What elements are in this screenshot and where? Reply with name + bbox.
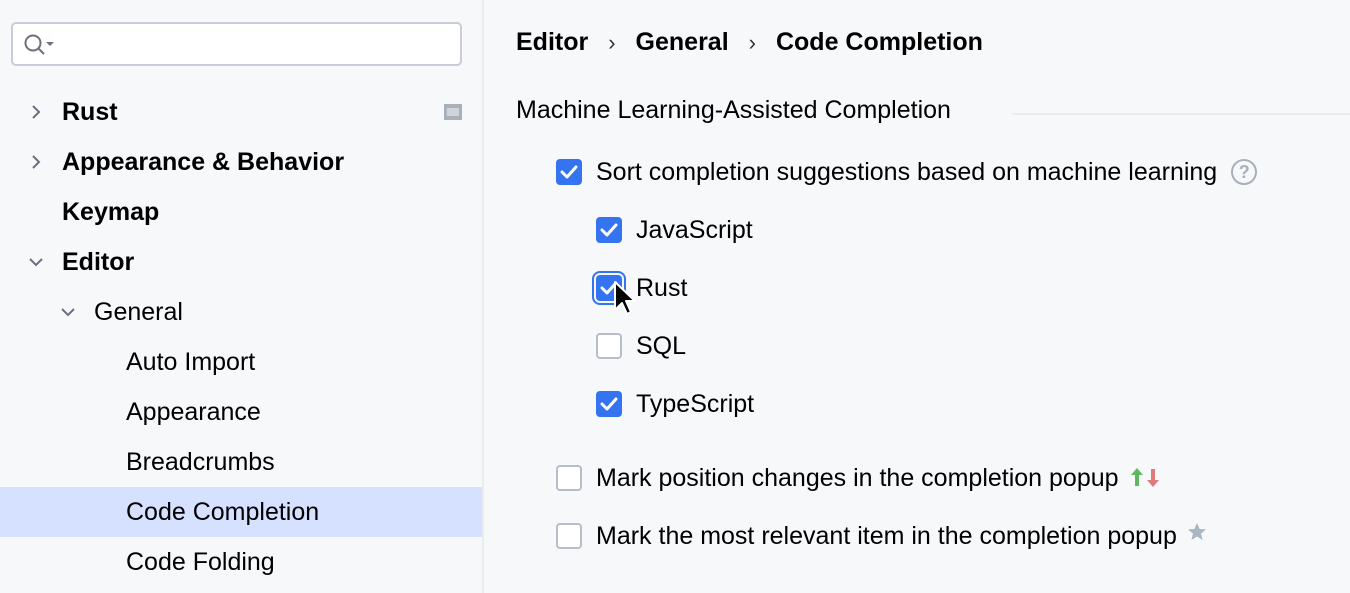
mark-relevant-label: Mark the most relevant item in the compl… <box>596 521 1177 550</box>
javascript-label: JavaScript <box>636 215 753 244</box>
search-icon[interactable] <box>23 33 63 57</box>
search-field[interactable] <box>11 22 462 66</box>
sidebar-item-code-folding[interactable]: Code Folding <box>0 537 482 587</box>
sort-ml-label: Sort completion suggestions based on mac… <box>596 157 1218 186</box>
chevron-right-icon[interactable] <box>26 102 46 122</box>
sidebar-item-appearance-behavior[interactable]: Appearance & Behavior <box>0 137 482 187</box>
mark-position-checkbox-row[interactable]: Mark position changes in the completion … <box>556 462 1163 494</box>
sidebar-item-label: General <box>94 297 183 326</box>
position-change-arrows-icon <box>1130 468 1159 487</box>
typescript-label: TypeScript <box>636 389 755 418</box>
sidebar-item-code-completion[interactable]: Code Completion <box>0 487 482 537</box>
language-checkbox-row[interactable]: SQL <box>596 330 686 362</box>
sql-checkbox[interactable] <box>596 333 622 359</box>
sidebar-item-auto-import[interactable]: Auto Import <box>0 337 482 387</box>
sidebar-item-label: Appearance & Behavior <box>62 147 345 176</box>
mark-position-checkbox[interactable] <box>556 465 582 491</box>
checkmark-icon <box>560 165 578 179</box>
sidebar-item-editor[interactable]: Editor <box>0 237 482 287</box>
chevron-down-icon[interactable] <box>58 302 78 322</box>
sidebar-item-label: Editor <box>62 247 135 276</box>
star-icon <box>1187 523 1206 540</box>
typescript-checkbox[interactable] <box>596 391 622 417</box>
sql-label: SQL <box>636 331 687 360</box>
sidebar-item-label: Code Folding <box>126 547 275 576</box>
section-separator <box>1012 113 1350 115</box>
sidebar-item-label: Code Completion <box>126 497 320 526</box>
sidebar-item-breadcrumbs[interactable]: Breadcrumbs <box>0 437 482 487</box>
breadcrumb-separator: › <box>608 29 616 55</box>
mark-position-label: Mark position changes in the completion … <box>596 463 1119 492</box>
sidebar-item-label: Rust <box>62 97 118 126</box>
chevron-down-icon[interactable] <box>26 252 46 272</box>
language-checkbox-row[interactable]: TypeScript <box>596 388 754 420</box>
mark-relevant-checkbox[interactable] <box>556 523 582 549</box>
sidebar-item-general[interactable]: General <box>0 287 482 337</box>
mouse-cursor-icon <box>614 281 636 315</box>
language-checkbox-row[interactable]: JavaScript <box>596 214 753 246</box>
sidebar-item-appearance[interactable]: Appearance <box>0 387 482 437</box>
language-checkbox-row[interactable]: Rust <box>596 272 687 304</box>
checkmark-icon <box>600 397 618 411</box>
sidebar-item-label: Appearance <box>126 397 261 426</box>
sidebar-item-rust[interactable]: Rust <box>0 87 482 137</box>
sidebar-item-label: Keymap <box>62 197 160 226</box>
search-input[interactable] <box>65 28 449 62</box>
section-title: Machine Learning-Assisted Completion <box>516 96 951 124</box>
project-settings-icon <box>444 104 462 120</box>
breadcrumb-item-code-completion: Code Completion <box>775 28 983 56</box>
rust-label: Rust <box>636 273 688 302</box>
breadcrumb: Editor › General › Code Completion <box>516 28 983 57</box>
breadcrumb-item-general[interactable]: General <box>636 28 729 57</box>
sort-ml-checkbox-row[interactable]: Sort completion suggestions based on mac… <box>556 156 1258 188</box>
settings-sidebar: Rust Appearance & Behavior Keymap Editor… <box>0 0 482 593</box>
sort-ml-checkbox[interactable] <box>556 159 582 185</box>
sidebar-item-label: Breadcrumbs <box>126 447 275 476</box>
mark-relevant-checkbox-row[interactable]: Mark the most relevant item in the compl… <box>556 520 1207 552</box>
sidebar-item-keymap[interactable]: Keymap <box>0 187 482 237</box>
checkmark-icon <box>600 223 618 237</box>
breadcrumb-separator: › <box>748 29 756 55</box>
breadcrumb-item-editor[interactable]: Editor <box>516 28 588 57</box>
sidebar-item-label: Auto Import <box>126 347 256 376</box>
javascript-checkbox[interactable] <box>596 217 622 243</box>
help-icon[interactable]: ? <box>1231 159 1258 185</box>
chevron-right-icon[interactable] <box>26 152 46 172</box>
